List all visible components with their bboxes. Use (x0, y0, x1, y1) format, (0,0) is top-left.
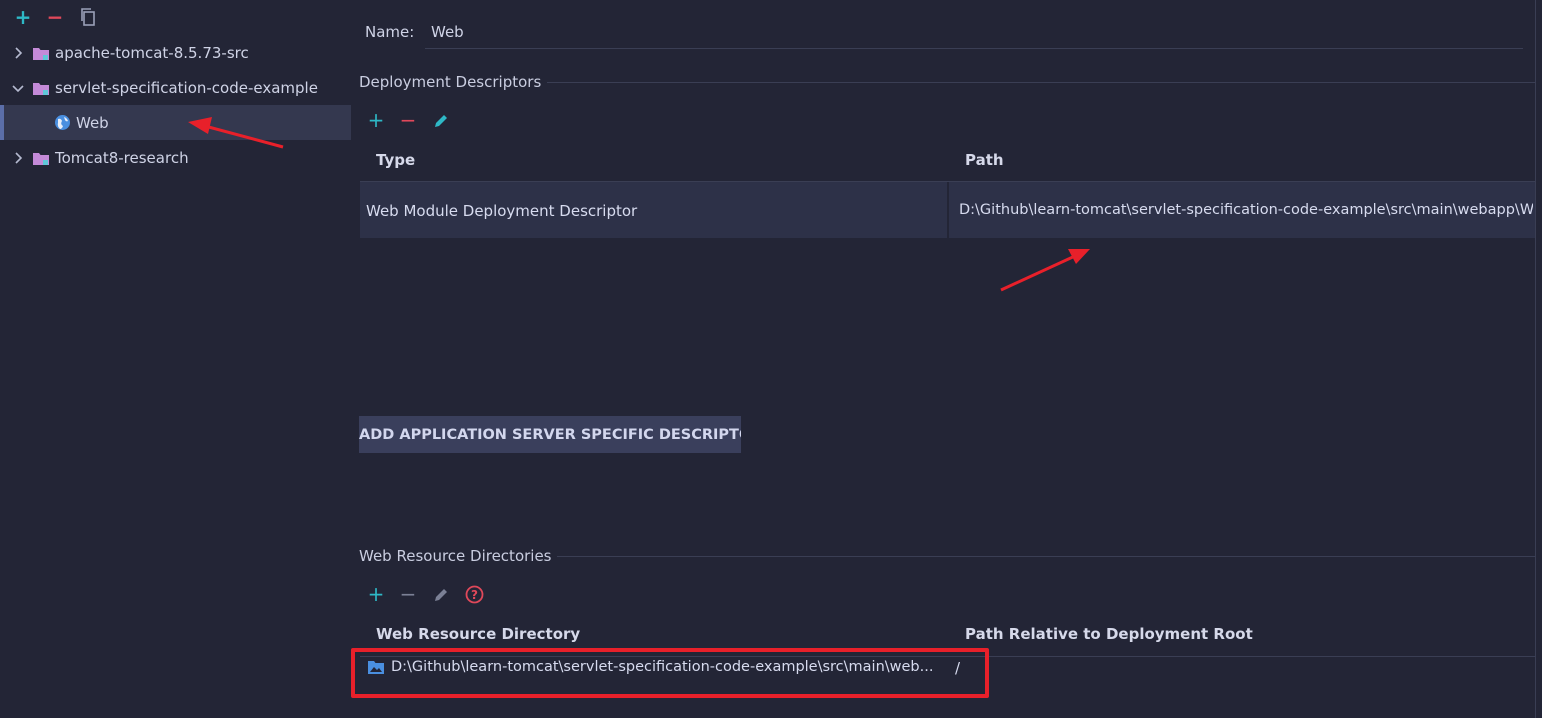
selection-accent (0, 105, 4, 140)
module-folder-icon (33, 83, 49, 95)
project-tree-panel: + − apache-tomcat-8.5.73-src servlet-spe… (0, 0, 351, 718)
section-divider (547, 82, 1535, 83)
tree-item-label: Web (76, 113, 109, 132)
help-icon[interactable]: ? (465, 585, 484, 604)
column-divider (947, 182, 949, 238)
chevron-right-icon[interactable] (10, 150, 26, 166)
remove-resource-icon[interactable]: − (398, 582, 418, 606)
deployment-descriptors-title: Deployment Descriptors (359, 73, 542, 91)
module-folder-icon (33, 48, 49, 60)
web-resources-title: Web Resource Directories (359, 547, 552, 565)
right-edge-divider (1535, 0, 1536, 718)
tree-item-label: servlet-specification-code-example (55, 78, 318, 97)
annotation-highlight-box (351, 648, 989, 698)
tree-item-tomcat8-research[interactable]: Tomcat8-research (0, 140, 351, 175)
red-arrow-icon (1000, 249, 1090, 292)
svg-text:?: ? (471, 588, 478, 602)
tree-item-apache-tomcat[interactable]: apache-tomcat-8.5.73-src (0, 35, 351, 70)
add-server-descriptor-label: ADD APPLICATION SERVER SPECIFIC DESCRIPT… (359, 426, 741, 443)
chevron-right-icon[interactable] (10, 45, 26, 61)
add-resource-icon[interactable]: + (366, 582, 386, 606)
descriptor-path-cell[interactable]: D:\Github\learn-tomcat\servlet-specifica… (959, 202, 1533, 218)
globe-icon (55, 115, 70, 130)
tree-item-label: Tomcat8-research (55, 148, 189, 167)
descriptor-type-cell[interactable]: Web Module Deployment Descriptor (366, 202, 941, 220)
column-header-type[interactable]: Type (376, 151, 415, 169)
copy-icon[interactable] (77, 5, 99, 29)
add-server-descriptor-button[interactable]: ADD APPLICATION SERVER SPECIFIC DESCRIPT… (359, 416, 741, 453)
column-header-directory[interactable]: Web Resource Directory (376, 625, 580, 643)
module-folder-icon (33, 153, 49, 165)
name-label: Name: (365, 23, 415, 41)
plus-icon[interactable]: + (12, 5, 34, 29)
name-field[interactable]: Web (425, 18, 1523, 49)
edit-icon[interactable] (432, 586, 450, 604)
column-header-path[interactable]: Path (965, 151, 1004, 169)
add-descriptor-icon[interactable]: + (366, 108, 386, 132)
tree-item-label: apache-tomcat-8.5.73-src (55, 43, 249, 62)
edit-icon[interactable] (432, 112, 450, 130)
name-input-value[interactable]: Web (431, 23, 464, 41)
section-divider (557, 556, 1535, 557)
chevron-down-icon[interactable] (10, 80, 26, 96)
minus-icon[interactable]: − (44, 5, 66, 29)
column-header-relative-path[interactable]: Path Relative to Deployment Root (965, 625, 1253, 643)
tree-item-servlet-spec[interactable]: servlet-specification-code-example (0, 70, 351, 105)
remove-descriptor-icon[interactable]: − (398, 108, 418, 132)
tree-item-web[interactable]: Web (0, 105, 351, 140)
